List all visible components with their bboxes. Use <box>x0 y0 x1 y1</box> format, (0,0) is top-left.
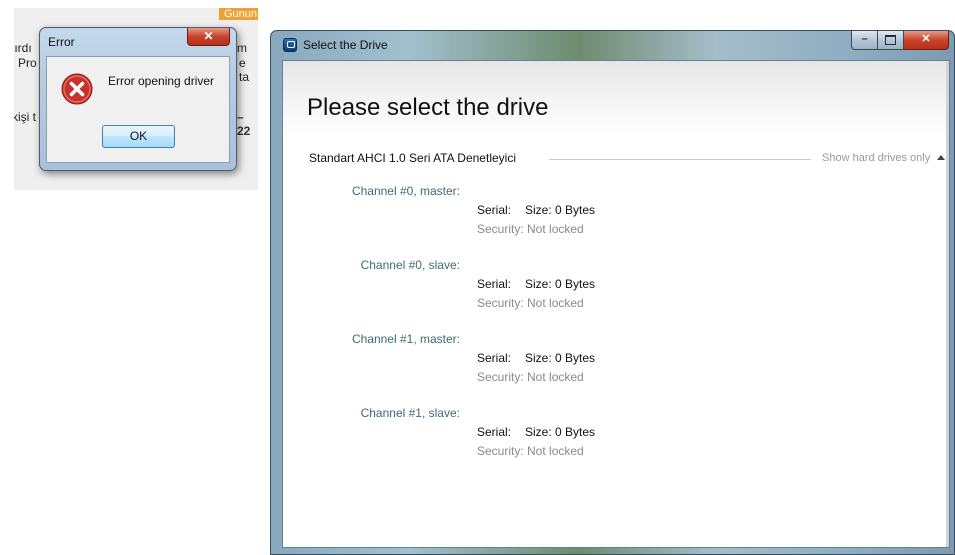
size-value: Size: 0 Bytes <box>525 351 596 365</box>
bg-text: Pro <box>18 56 37 70</box>
scrollbar-edge[interactable] <box>946 61 949 547</box>
size-value: Size: 0 Bytes <box>525 425 596 439</box>
size-value: Size: 0 Bytes <box>525 277 596 291</box>
size-value: Size: 0 Bytes <box>525 203 596 217</box>
app-icon <box>283 38 297 52</box>
security-status: Security: Not locked <box>477 222 584 236</box>
error-message: Error opening driver <box>108 74 215 88</box>
drive-info-line[interactable]: Serial: Size: 0 Bytes <box>477 351 595 365</box>
security-status: Security: Not locked <box>477 444 584 458</box>
close-button[interactable]: ✕ <box>904 31 949 50</box>
channel-label[interactable]: Channel #1, master: <box>283 332 460 346</box>
drive-info-line[interactable]: Serial: Size: 0 Bytes <box>477 277 595 291</box>
serial-label: Serial: <box>477 351 512 365</box>
bg-text: tırdı <box>14 41 32 55</box>
error-dialog-body: Error opening driver OK <box>46 56 230 163</box>
window-client-area: Please select the drive Standart AHCI 1.… <box>282 60 950 548</box>
channel-label[interactable]: Channel #1, slave: <box>283 406 460 420</box>
serial-label: Serial: <box>477 425 512 439</box>
separator-line <box>549 159 811 160</box>
maximize-button[interactable] <box>878 31 904 50</box>
error-icon <box>61 73 93 105</box>
error-dialog-close-button[interactable]: ✕ <box>187 28 230 46</box>
ok-button[interactable]: OK <box>102 125 175 148</box>
caption-buttons: – ✕ <box>851 31 949 50</box>
error-dialog: Error ✕ Error opening driver OK <box>39 27 237 171</box>
channel-label[interactable]: Channel #0, slave: <box>283 258 460 272</box>
collapse-arrow-icon[interactable] <box>937 155 945 160</box>
window-title: Select the Drive <box>303 38 388 52</box>
channel-label[interactable]: Channel #0, master: <box>283 184 460 198</box>
serial-label: Serial: <box>477 277 512 291</box>
show-hard-drives-only-link[interactable]: Show hard drives only <box>822 152 930 164</box>
bg-text: kişi t <box>14 110 36 124</box>
error-dialog-title: Error <box>48 35 75 49</box>
controller-name: Standart AHCI 1.0 Seri ATA Denetleyici <box>309 151 516 165</box>
bg-text: – 22 <box>237 110 251 138</box>
orange-tag: Gunun <box>219 8 258 20</box>
minimize-button[interactable]: – <box>851 31 878 50</box>
drive-info-line[interactable]: Serial: Size: 0 Bytes <box>477 425 595 439</box>
bg-text: m <box>237 41 247 55</box>
page-heading: Please select the drive <box>307 94 549 121</box>
select-drive-window: Select the Drive – ✕ Please select the d… <box>270 30 955 555</box>
drive-info-line[interactable]: Serial: Size: 0 Bytes <box>477 203 595 217</box>
maximize-icon <box>885 35 896 45</box>
serial-label: Serial: <box>477 203 512 217</box>
security-status: Security: Not locked <box>477 370 584 384</box>
security-status: Security: Not locked <box>477 296 584 310</box>
bg-text: e ta <box>239 56 250 84</box>
